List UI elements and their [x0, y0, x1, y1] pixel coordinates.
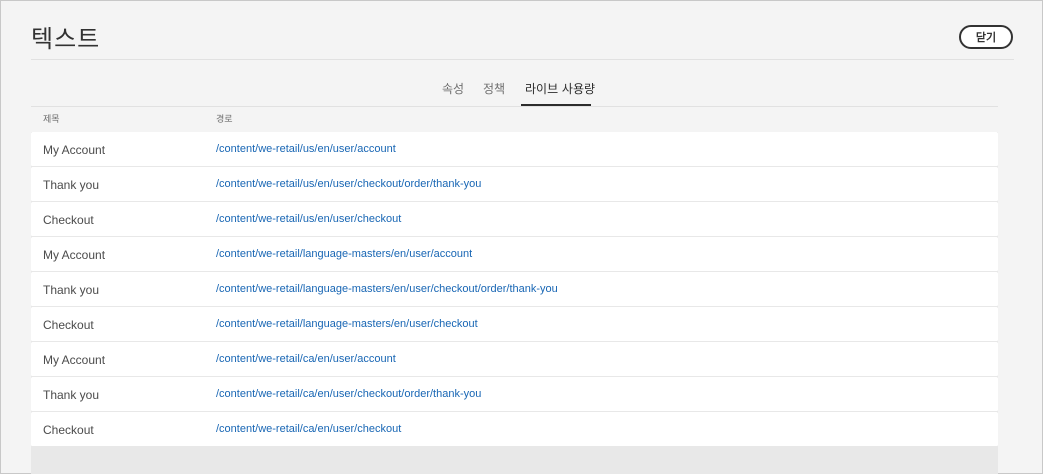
live-usage-table: My Account /content/we-retail/us/en/user…	[31, 132, 998, 474]
row-title: Thank you	[43, 283, 100, 297]
column-header-title[interactable]: 제목	[43, 112, 60, 125]
table-row[interactable]: My Account /content/we-retail/ca/en/user…	[31, 342, 998, 377]
table-row[interactable]: My Account /content/we-retail/us/en/user…	[31, 132, 998, 167]
tab-policy[interactable]: 정책	[483, 80, 505, 107]
table-row[interactable]: Checkout /content/we-retail/language-mas…	[31, 307, 998, 342]
row-title: Checkout	[43, 213, 94, 227]
row-path-link[interactable]: /content/we-retail/us/en/user/checkout/o…	[216, 178, 481, 190]
dialog-header: 텍스트 닫기	[1, 1, 1042, 59]
tab-live-usage[interactable]: 라이브 사용량	[525, 80, 595, 107]
active-tab-indicator	[521, 104, 591, 106]
row-title: My Account	[43, 143, 106, 157]
row-title: Checkout	[43, 318, 94, 332]
tab-bar: 속성 정책 라이브 사용량	[31, 71, 998, 107]
row-path-link[interactable]: /content/we-retail/ca/en/user/checkout	[216, 423, 401, 435]
table-row[interactable]: Checkout /content/we-retail/ca/en/user/c…	[31, 412, 998, 447]
table-row[interactable]: Checkout /content/we-retail/us/en/user/c…	[31, 202, 998, 237]
tab-properties[interactable]: 속성	[442, 80, 464, 107]
table-row[interactable]: My Account /content/we-retail/language-m…	[31, 237, 998, 272]
column-header-path[interactable]: 경로	[216, 112, 233, 125]
row-title: Thank you	[43, 388, 100, 402]
row-title: My Account	[43, 248, 106, 262]
row-path-link[interactable]: /content/we-retail/language-masters/en/u…	[216, 283, 558, 295]
row-path-link[interactable]: /content/we-retail/us/en/user/account	[216, 143, 396, 155]
table-header: 제목 경로	[31, 109, 998, 129]
row-path-link[interactable]: /content/we-retail/ca/en/user/checkout/o…	[216, 388, 481, 400]
row-title: My Account	[43, 353, 106, 367]
page-title: 텍스트	[31, 25, 101, 53]
row-path-link[interactable]: /content/we-retail/ca/en/user/account	[216, 353, 396, 365]
table-row[interactable]: Thank you /content/we-retail/us/en/user/…	[31, 167, 998, 202]
row-path-link[interactable]: /content/we-retail/language-masters/en/u…	[216, 248, 472, 260]
row-path-link[interactable]: /content/we-retail/us/en/user/checkout	[216, 213, 401, 225]
row-path-link[interactable]: /content/we-retail/language-masters/en/u…	[216, 318, 478, 330]
close-button[interactable]: 닫기	[959, 25, 1013, 49]
row-title: Thank you	[43, 178, 100, 192]
row-title: Checkout	[43, 423, 94, 437]
header-divider	[31, 59, 1014, 60]
table-row[interactable]: Thank you /content/we-retail/ca/en/user/…	[31, 377, 998, 412]
table-row[interactable]: Thank you /content/we-retail/language-ma…	[31, 272, 998, 307]
